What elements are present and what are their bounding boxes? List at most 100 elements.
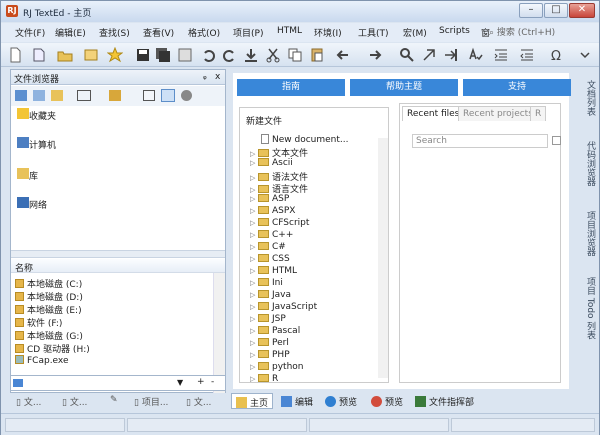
expand-arrow-icon[interactable]: ▷ [250,255,257,263]
tab-file-commander[interactable]: 文件指挥部 [411,393,478,409]
tab-project[interactable]: ▯ 项目... [134,395,168,408]
new-template-icon[interactable] [31,47,47,63]
expand-arrow-icon[interactable]: ▷ [250,351,257,359]
folder-up-icon[interactable] [51,90,63,101]
file-type-item[interactable]: ▷ ASP [250,194,289,204]
list-item[interactable]: 软件 (F:) [15,316,62,329]
panel-close-icon[interactable]: x [215,72,220,82]
file-type-item[interactable]: ▷ CSS [250,254,290,264]
expand-arrow-icon[interactable]: ▷ [250,231,257,239]
tab-more[interactable]: R [530,106,547,121]
layout-icon[interactable] [143,90,155,101]
open-folder-icon[interactable] [57,47,73,63]
menu-search[interactable]: 查找(S) [99,26,130,39]
place-favorites[interactable]: 收藏夹 [17,108,56,122]
close-file-icon[interactable] [177,47,193,63]
panel-splitter[interactable] [11,250,225,258]
copy-icon[interactable] [287,47,303,63]
file-type-item[interactable]: ▷ PHP [250,350,290,360]
indent-icon[interactable] [493,47,509,63]
expand-arrow-icon[interactable]: ▷ [250,186,257,194]
list-item[interactable]: 本地磁盘 (C:) [15,277,82,290]
add-filter-button[interactable]: + [197,377,205,387]
recent-search-input[interactable]: Search [412,134,548,148]
replace-icon[interactable] [421,47,437,63]
expand-arrow-icon[interactable]: ▷ [250,363,257,371]
new-file-icon[interactable] [7,47,23,63]
menu-project[interactable]: 项目(P) [233,26,263,39]
file-type-item[interactable]: ▷ C++ [250,230,293,240]
expand-arrow-icon[interactable]: ▷ [250,243,257,251]
menu-tools[interactable]: 工具(T) [358,26,389,39]
list-item[interactable]: 本地磁盘 (D:) [15,290,83,303]
file-type-item[interactable]: ▷ CFScript [250,218,309,228]
settings-gear-icon[interactable] [181,90,192,101]
file-type-item[interactable]: ▷ HTML [250,266,297,276]
expand-arrow-icon[interactable]: ▷ [250,195,257,203]
view-mode-icon[interactable] [77,90,91,101]
expand-arrow-icon[interactable]: ▷ [250,327,257,335]
file-type-item[interactable]: ▷ Java [250,290,291,300]
menu-environment[interactable]: 环境(I) [314,26,342,39]
tab-clip[interactable]: ✎ [110,395,118,405]
undo-icon[interactable] [201,47,217,63]
close-button[interactable]: ✕ [569,3,595,18]
file-type-item[interactable]: ▷ Perl [250,338,289,348]
menu-format[interactable]: 格式(O) [188,26,220,39]
open-icon[interactable] [83,47,99,63]
goto-icon[interactable] [443,47,459,63]
menu-html[interactable]: HTML [277,26,302,36]
back-arrow-icon[interactable] [335,47,351,63]
tab-documents[interactable]: ▯ 文... [62,395,87,408]
expand-arrow-icon[interactable]: ▷ [250,303,257,311]
tree-view-icon[interactable] [161,89,175,102]
filter-folder-icon[interactable] [109,90,121,101]
expand-arrow-icon[interactable]: ▷ [250,159,257,167]
place-computer[interactable]: 计算机 [17,137,56,151]
expand-arrow-icon[interactable]: ▷ [250,291,257,299]
tab-recent-files[interactable]: Recent files [402,106,465,121]
new-document-scrollbar[interactable] [378,138,388,378]
find-icon[interactable] [399,47,415,63]
tab-code-explorer[interactable]: 代码浏览器 [575,133,597,193]
file-type-item[interactable]: ▷ C# [250,242,286,252]
expand-arrow-icon[interactable]: ▷ [250,207,257,215]
cut-icon[interactable] [265,47,281,63]
file-type-item[interactable]: ▷ Ini [250,278,283,288]
new-document-item[interactable]: New document... [250,134,348,145]
minimize-button[interactable]: – [519,3,543,18]
file-type-item[interactable]: ▷ ASPX [250,206,295,216]
file-type-item[interactable]: ▷ JavaScript [250,302,317,312]
download-icon[interactable] [243,47,259,63]
file-type-item[interactable]: ▷ Pascal [250,326,300,336]
file-type-item[interactable]: ▷ Ascii [250,158,293,168]
guide-button[interactable]: 指南 [237,79,345,96]
favorites-icon[interactable] [106,46,124,63]
tab-recent-projects[interactable]: Recent projects [458,106,538,121]
expand-arrow-icon[interactable]: ▷ [250,375,257,383]
drives-icon[interactable] [15,90,27,101]
expand-arrow-icon[interactable]: ▷ [250,315,257,323]
support-button[interactable]: 支持 [463,79,571,96]
menu-scripts[interactable]: Scripts [439,26,470,36]
expand-arrow-icon[interactable]: ▷ [250,150,257,158]
dropdown-arrow-icon[interactable]: ▼ [177,378,183,387]
list-item[interactable]: CD 驱动器 (H:) [15,342,90,355]
outdent-icon[interactable] [519,47,535,63]
menu-file[interactable]: 文件(F) [15,26,45,39]
expand-arrow-icon[interactable]: ▷ [250,219,257,227]
list-item[interactable]: FCap.exe [15,355,69,366]
tab-project-explorer[interactable]: 项目浏览器 [575,203,597,263]
tab-preview-ie[interactable]: 预览 [321,393,361,409]
place-library[interactable]: 库 [17,168,38,182]
documents-icon[interactable] [33,90,45,101]
paste-icon[interactable] [309,47,325,63]
filter-field[interactable]: ▼ + - [10,375,226,391]
spellcheck-icon[interactable] [467,47,483,63]
pin-icon[interactable]: ᵩ [203,72,207,82]
menu-edit[interactable]: 编辑(E) [55,26,86,39]
recent-checkbox[interactable] [552,136,561,145]
menu-view[interactable]: 查看(V) [143,26,174,39]
tab-project-todo[interactable]: 项目 Todo 列表 [575,273,597,343]
special-char-icon[interactable]: Ω [549,47,565,64]
